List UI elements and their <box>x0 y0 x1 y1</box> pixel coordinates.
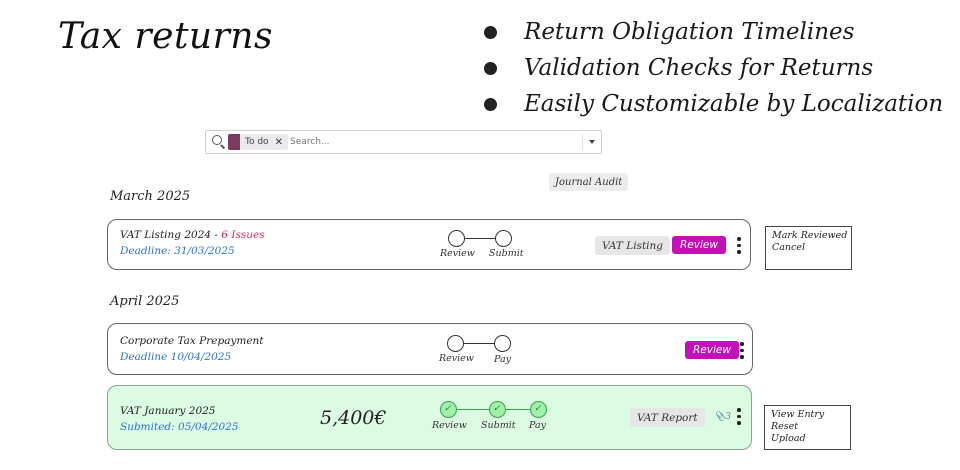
step-connector <box>506 409 530 411</box>
upload-menu-item[interactable]: Upload <box>771 433 844 445</box>
step-connector <box>457 409 489 411</box>
step-submit-icon <box>495 230 512 247</box>
return-name: VAT Listing 2024 - 6 Issues <box>120 229 265 241</box>
feature-item: Validation Checks for Returns <box>480 50 943 86</box>
bullet-icon <box>484 62 497 75</box>
more-options-icon[interactable] <box>736 237 742 257</box>
step-review-icon <box>448 230 465 247</box>
journal-audit-button[interactable]: Journal Audit <box>549 173 629 191</box>
search-bar: To do ✕ <box>205 130 602 154</box>
feature-list: Return Obligation Timelines Validation C… <box>480 14 943 122</box>
step-pay-icon <box>494 335 511 352</box>
more-options-icon[interactable] <box>736 408 742 428</box>
feature-item: Return Obligation Timelines <box>480 14 943 50</box>
vat-listing-tag[interactable]: VAT Listing <box>595 236 671 255</box>
review-button[interactable]: Review <box>672 236 726 254</box>
month-heading: April 2025 <box>110 294 180 309</box>
view-entry-menu-item[interactable]: View Entry <box>771 409 844 421</box>
month-heading: March 2025 <box>110 189 191 204</box>
return-title: VAT January 2025 <box>120 405 216 417</box>
attachment-icon[interactable]: 📎3 <box>714 412 731 422</box>
search-facet[interactable]: To do ✕ <box>228 134 288 150</box>
review-button[interactable]: Review <box>685 341 739 359</box>
bullet-icon <box>484 98 497 111</box>
step-review-done-icon <box>440 401 457 418</box>
feature-text: Easily Customizable by Localization <box>524 91 944 117</box>
step-label: Submit <box>481 420 516 431</box>
step-review-icon <box>447 335 464 352</box>
page-title: Tax returns <box>58 16 273 57</box>
more-options-icon[interactable] <box>739 342 745 362</box>
return-card[interactable]: Corporate Tax Prepayment Deadline 10/04/… <box>107 323 753 375</box>
actions-menu: Mark Reviewed Cancel <box>765 226 852 270</box>
bullet-icon <box>484 26 497 39</box>
return-card-completed[interactable]: VAT January 2025 Submited: 05/04/2025 5,… <box>107 385 752 450</box>
feature-item: Easily Customizable by Localization <box>480 86 943 122</box>
step-connector <box>465 238 495 240</box>
return-deadline: Deadline 10/04/2025 <box>120 351 232 363</box>
step-label: Review <box>440 248 475 259</box>
return-amount: 5,400€ <box>320 407 387 429</box>
step-pay-done-icon <box>530 401 547 418</box>
return-deadline: Deadline: 31/03/2025 <box>120 245 235 257</box>
remove-facet-icon[interactable]: ✕ <box>275 137 283 148</box>
actions-menu: View Entry Reset Upload <box>764 405 851 450</box>
facet-label: To do <box>245 137 269 147</box>
chevron-down-icon[interactable] <box>589 140 595 144</box>
step-label: Review <box>432 420 467 431</box>
step-label: Pay <box>529 420 546 431</box>
step-label: Pay <box>494 354 511 365</box>
divider <box>582 134 583 150</box>
step-label: Review <box>439 353 474 364</box>
reset-menu-item[interactable]: Reset <box>771 421 844 433</box>
issues-link[interactable]: 6 Issues <box>221 229 264 241</box>
cancel-menu-item[interactable]: Cancel <box>772 242 845 254</box>
facet-color-icon <box>228 134 240 150</box>
feature-text: Return Obligation Timelines <box>524 19 855 45</box>
search-input[interactable] <box>288 133 562 151</box>
step-label: Submit <box>489 248 524 259</box>
attachment-count: 3 <box>725 412 731 422</box>
return-title: VAT Listing 2024 - <box>120 229 218 241</box>
return-submitted-date: Submited: 05/04/2025 <box>120 421 239 433</box>
step-connector <box>464 343 494 345</box>
return-title: Corporate Tax Prepayment <box>120 335 264 347</box>
return-card[interactable]: VAT Listing 2024 - 6 Issues Deadline: 31… <box>107 219 751 270</box>
vat-report-tag[interactable]: VAT Report <box>630 408 705 427</box>
feature-text: Validation Checks for Returns <box>524 55 874 81</box>
step-submit-done-icon <box>489 401 506 418</box>
search-icon[interactable] <box>212 135 222 145</box>
mark-reviewed-menu-item[interactable]: Mark Reviewed <box>772 230 847 242</box>
